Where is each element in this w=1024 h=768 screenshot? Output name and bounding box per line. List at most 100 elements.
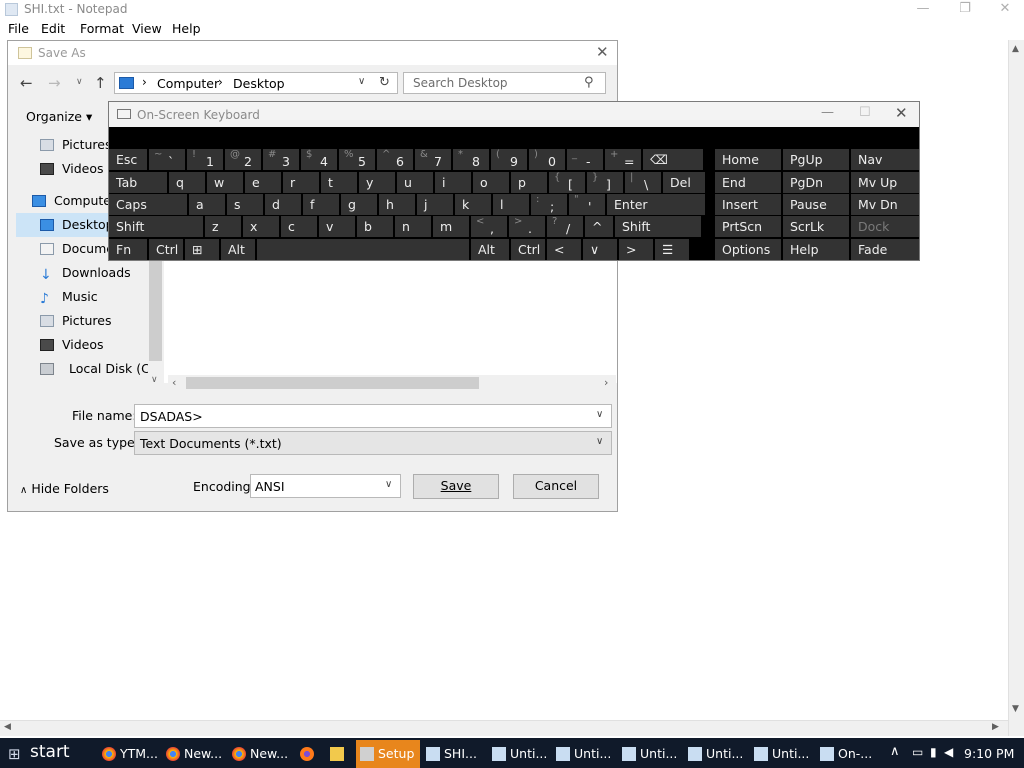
- osk-key--4-7[interactable]: <: [547, 239, 581, 260]
- osk-key-x-3-2[interactable]: x: [243, 216, 279, 237]
- osk-key--0-12[interactable]: _ -: [567, 149, 603, 170]
- osk-key-Alt-4-3[interactable]: Alt: [221, 239, 255, 260]
- osk-key-4-0-5[interactable]: $4: [301, 149, 337, 170]
- osk-key-e-1-3[interactable]: e: [245, 172, 281, 193]
- taskbar-item-12[interactable]: On-...: [816, 740, 884, 768]
- search-input[interactable]: Search Desktop: [413, 76, 508, 90]
- osk-key-options[interactable]: Options: [715, 239, 781, 260]
- osk-key-pause[interactable]: Pause: [783, 194, 849, 215]
- nav-item-music[interactable]: ♪ Music: [40, 285, 148, 309]
- osk-key-scrlk[interactable]: ScrLk: [783, 216, 849, 237]
- osk-key--4-10[interactable]: ☰: [655, 239, 689, 260]
- osk-key--3-9[interactable]: >.: [509, 216, 545, 237]
- osk-key--2-10[interactable]: :;: [531, 194, 567, 215]
- osk-key-9-0-10[interactable]: (9: [491, 149, 527, 170]
- osk-key-i-1-8[interactable]: i: [435, 172, 471, 193]
- taskbar-item-4[interactable]: [326, 740, 354, 768]
- scroll-down-icon[interactable]: ∨: [151, 375, 158, 385]
- osk-key-3-0-4[interactable]: #3: [263, 149, 299, 170]
- osk-key-h-2-6[interactable]: h: [379, 194, 415, 215]
- osk-key-prtscn[interactable]: PrtScn: [715, 216, 781, 237]
- osk-key-7-0-8[interactable]: & 7: [415, 149, 451, 170]
- osk-key-2-0-3[interactable]: @2: [225, 149, 261, 170]
- taskbar-item-6[interactable]: SHI...: [422, 740, 486, 768]
- osk-key--2-11[interactable]: " ': [569, 194, 605, 215]
- osk-key-g-2-5[interactable]: g: [341, 194, 377, 215]
- menu-format[interactable]: Format: [80, 21, 124, 36]
- osk-key-help[interactable]: Help: [783, 239, 849, 260]
- osk-key-8-0-9[interactable]: * 8: [453, 149, 489, 170]
- minimize-button[interactable]: —: [908, 0, 938, 19]
- osk-key-y-1-6[interactable]: y: [359, 172, 395, 193]
- refresh-icon[interactable]: ↻: [379, 75, 390, 90]
- taskbar-item-3[interactable]: [296, 740, 324, 768]
- osk-key-Caps-2-0[interactable]: Caps: [109, 194, 187, 215]
- breadcrumb-computer[interactable]: Computer: [157, 76, 219, 91]
- osk-key-0-0-11[interactable]: ) 0: [529, 149, 565, 170]
- osk-key-nav[interactable]: Nav: [851, 149, 919, 170]
- file-name-input[interactable]: DSADAS>: [140, 409, 203, 424]
- start-button[interactable]: ⊞ start: [0, 738, 92, 768]
- osk-key--1-13[interactable]: | \: [625, 172, 661, 193]
- osk-key--0-1[interactable]: ~ `: [149, 149, 185, 170]
- battery-icon[interactable]: ▮: [930, 745, 937, 759]
- osk-key-b-3-5[interactable]: b: [357, 216, 393, 237]
- up-arrow-icon[interactable]: ↑: [94, 74, 107, 92]
- chevron-down-icon[interactable]: ∨: [596, 436, 603, 447]
- osk-key-t-1-5[interactable]: t: [321, 172, 357, 193]
- osk-key-f-2-4[interactable]: f: [303, 194, 339, 215]
- osk-key-o-1-9[interactable]: o: [473, 172, 509, 193]
- address-dropdown-icon[interactable]: ∨: [358, 76, 365, 87]
- osk-key-Shift-3-0[interactable]: Shift: [109, 216, 203, 237]
- dialog-close-icon[interactable]: ✕: [596, 43, 609, 61]
- taskbar-item-11[interactable]: Unti...: [750, 740, 814, 768]
- cancel-button[interactable]: Cancel: [513, 474, 599, 499]
- recent-chevron-icon[interactable]: ∨: [76, 77, 83, 87]
- osk-key--1-11[interactable]: {[: [549, 172, 585, 193]
- taskbar-item-9[interactable]: Unti...: [618, 740, 682, 768]
- osk-key--3-11[interactable]: ^: [585, 216, 613, 237]
- organize-button[interactable]: Organize ▾: [26, 109, 92, 124]
- osk-key-pgup[interactable]: PgUp: [783, 149, 849, 170]
- volume-icon[interactable]: ◀: [944, 745, 953, 759]
- save-type-select[interactable]: Text Documents (*.txt) ∨: [134, 431, 612, 455]
- menu-edit[interactable]: Edit: [41, 21, 65, 36]
- nav-item-videos-2[interactable]: Videos: [40, 333, 148, 357]
- hide-folders-button[interactable]: ∧ Hide Folders: [20, 481, 109, 496]
- scroll-left-icon[interactable]: ◀: [4, 722, 11, 732]
- osk-key-a-2-1[interactable]: a: [189, 194, 225, 215]
- osk-key-z-3-1[interactable]: z: [205, 216, 241, 237]
- file-list-h-scroll-thumb[interactable]: [186, 377, 479, 389]
- osk-key-insert[interactable]: Insert: [715, 194, 781, 215]
- osk-key-mv-dn[interactable]: Mv Dn: [851, 194, 919, 215]
- osk-key-Esc-0-0[interactable]: Esc: [109, 149, 147, 170]
- file-list-h-scrollbar[interactable]: ‹ ›: [168, 375, 616, 391]
- scroll-down-icon[interactable]: ▼: [1012, 704, 1019, 714]
- osk-close-button[interactable]: ✕: [895, 104, 908, 122]
- chevron-down-icon[interactable]: ∨: [385, 479, 392, 490]
- tray-chevron-up-icon[interactable]: ∧: [890, 744, 900, 759]
- close-button[interactable]: ✕: [990, 0, 1020, 19]
- osk-key-Del-1-14[interactable]: Del: [663, 172, 705, 193]
- taskbar-item-5[interactable]: Setup: [356, 740, 420, 768]
- taskbar-item-1[interactable]: New...: [162, 740, 226, 768]
- scroll-right-icon[interactable]: ▶: [992, 722, 999, 732]
- address-bar[interactable]: › Computer › Desktop ∨ ↻: [114, 72, 398, 94]
- osk-key-mv-up[interactable]: Mv Up: [851, 172, 919, 193]
- osk-key-s-2-2[interactable]: s: [227, 194, 263, 215]
- osk-key--0-14[interactable]: ⌫: [643, 149, 703, 170]
- osk-key-Enter-2-12[interactable]: Enter: [607, 194, 705, 215]
- osk-key-fade[interactable]: Fade: [851, 239, 919, 260]
- notepad-vertical-scrollbar[interactable]: ▲ ▼: [1008, 40, 1024, 736]
- file-name-field[interactable]: DSADAS> ∨: [134, 404, 612, 428]
- osk-key-r-1-4[interactable]: r: [283, 172, 319, 193]
- save-button[interactable]: Save: [413, 474, 499, 499]
- osk-key-5-0-6[interactable]: % 5: [339, 149, 375, 170]
- nav-item-local-disk[interactable]: Local Disk (C:): [40, 357, 148, 381]
- osk-key-q-1-1[interactable]: q: [169, 172, 205, 193]
- taskbar-item-2[interactable]: New...: [228, 740, 294, 768]
- osk-key-w-1-2[interactable]: w: [207, 172, 243, 193]
- osk-key-dock[interactable]: Dock: [851, 216, 919, 237]
- scroll-up-icon[interactable]: ▲: [1012, 44, 1019, 54]
- notepad-horizontal-scrollbar[interactable]: ◀ ▶: [0, 720, 1008, 736]
